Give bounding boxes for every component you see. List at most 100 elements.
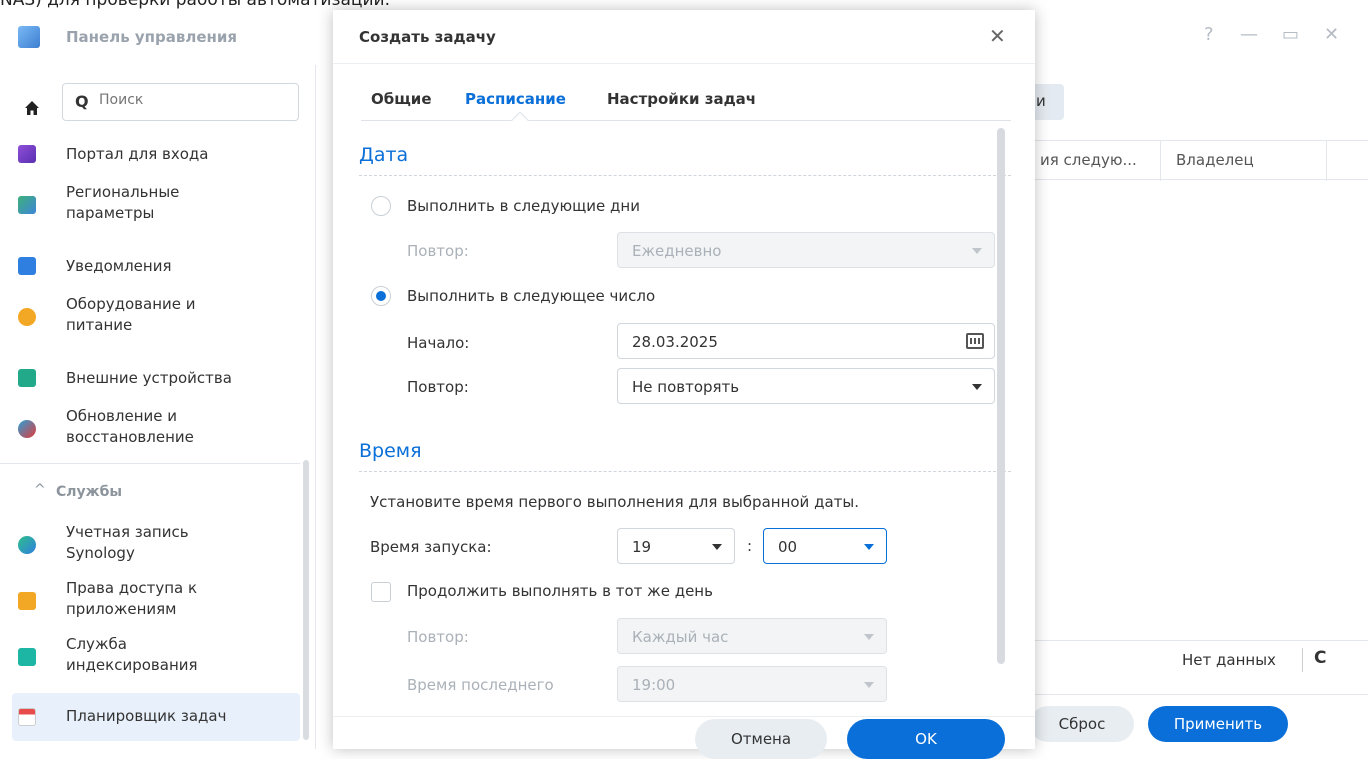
run-on-date-radio[interactable] [371,286,391,306]
control-panel-title: Панель управления [66,28,238,46]
sidebar-item-label: параметры [66,204,155,222]
sidebar-item-indexing-service[interactable]: Служба индексирования [12,633,300,681]
sidebar-item-label: Планировщик задач [66,707,227,725]
sidebar-item-label: приложениям [66,600,177,618]
sidebar-item-label: Обновление и [66,407,177,425]
cancel-button[interactable]: Отмена [695,719,827,759]
repeat-hourly-label: Повтор: [407,628,469,646]
dialog-title: Создать задачу [359,28,496,46]
lock-icon [18,592,36,610]
sidebar-item-label: Портал для входа [66,145,209,163]
sidebar-item-label: Региональные [66,183,180,201]
repeat-days-select[interactable]: Ежедневно [617,232,995,268]
time-hint: Установите время первого выполнения для … [370,493,859,511]
close-window-icon[interactable]: ✕ [1324,24,1339,45]
chevron-down-icon [864,634,874,640]
sidebar-item-external-devices[interactable]: Внешние устройства [12,363,300,393]
sidebar-item-hardware[interactable]: Оборудование и питание [12,293,300,341]
lightbulb-icon [18,308,36,326]
no-data-label: Нет данных [1182,651,1276,669]
column-separator [1326,141,1327,181]
calendar-icon [18,708,36,726]
update-icon [18,420,36,438]
run-on-days-radio[interactable] [371,196,391,216]
sidebar-item-regional[interactable]: Региональные параметры [12,181,300,229]
column-next-run[interactable]: ия следую... [1040,151,1137,169]
control-panel-logo-icon [18,26,40,48]
maximize-icon[interactable]: ▭ [1282,24,1299,45]
chevron-down-icon [864,544,874,550]
sidebar-item-label: Synology [66,544,135,562]
continue-same-day-checkbox[interactable] [371,582,391,602]
dialog-header-divider [333,63,1035,64]
tab-task-settings[interactable]: Настройки задач [607,90,756,108]
sidebar-item-login-portal[interactable]: Портал для входа [12,139,300,169]
tab-general[interactable]: Общие [371,90,432,108]
collapse-services-icon[interactable]: ^ [34,482,46,498]
minute-select[interactable]: 00 [763,528,887,564]
reset-button[interactable]: Сброс [1030,706,1134,742]
sidebar-item-label: Учетная запись [66,523,189,541]
hour-select[interactable]: 19 [617,528,735,564]
sidebar-item-synology-account[interactable]: Учетная запись Synology [12,521,300,569]
repeat-date-label: Повтор: [407,378,469,396]
sidebar-item-label: Оборудование и [66,295,196,313]
create-task-dialog: Создать задачу ✕ Общие Расписание Настро… [333,10,1035,759]
sidebar: Q Портал для входа Региональные параметр… [0,65,316,749]
sidebar-item-app-privileges[interactable]: Права доступа к приложениям [12,577,300,625]
notifications-icon [18,257,36,275]
repeat-days-label: Повтор: [407,242,469,260]
start-date-field[interactable]: 28.03.2025 [617,323,995,359]
bottom-divider [1000,694,1368,695]
sidebar-item-task-scheduler[interactable]: Планировщик задач [12,693,300,741]
repeat-hourly-select[interactable]: Каждый час [617,618,887,654]
date-section-title: Дата [359,144,409,166]
indexing-icon [18,648,36,666]
home-icon[interactable] [24,100,40,116]
column-separator [1160,141,1161,181]
repeat-date-select[interactable]: Не повторять [617,368,995,404]
active-tab-caret [511,111,529,129]
sidebar-item-notifications[interactable]: Уведомления [12,251,300,281]
table-footer-divider [1000,640,1368,641]
refresh-icon[interactable]: C [1314,648,1326,668]
ok-button[interactable]: OK [847,719,1005,759]
tab-schedule[interactable]: Расписание [465,90,566,108]
footer-separator [1302,648,1303,672]
page-top-text: NAS) для проверки работы автоматизации. [0,0,1368,10]
sidebar-item-label: индексирования [66,656,198,674]
search-input[interactable] [99,92,289,108]
last-run-select[interactable]: 19:00 [617,666,887,702]
table-header: ия следую... Владелец [1000,140,1368,181]
sidebar-item-label: Служба [66,635,127,653]
sidebar-item-label: Права доступа к [66,579,198,597]
start-date-value: 28.03.2025 [632,333,718,351]
apply-button[interactable]: Применить [1148,706,1288,742]
run-on-date-label: Выполнить в следующее число [407,287,656,305]
login-portal-icon [18,145,36,163]
last-run-value: 19:00 [632,676,676,694]
last-run-label: Время последнего [407,676,554,694]
repeat-date-value: Не повторять [632,378,740,396]
launch-time-label: Время запуска: [370,538,492,556]
column-owner[interactable]: Владелец [1176,151,1254,169]
chevron-down-icon [972,248,982,254]
close-icon[interactable]: ✕ [989,24,1006,48]
chevron-down-icon [972,384,982,390]
chevron-down-icon [712,544,722,550]
sidebar-scrollbar[interactable] [303,460,309,740]
search-field[interactable]: Q [62,83,299,121]
tab-underline [361,120,1011,121]
minimize-icon[interactable]: — [1240,24,1258,45]
calendar-picker-icon[interactable] [966,333,984,349]
sidebar-item-update-restore[interactable]: Обновление и восстановление [12,405,300,453]
time-section-title: Время [359,440,422,462]
run-on-days-label: Выполнить в следующие дни [407,197,640,215]
dialog-scrollbar[interactable] [997,128,1005,664]
sidebar-item-label: восстановление [66,428,194,446]
hour-value: 19 [632,538,652,556]
help-icon[interactable]: ? [1204,24,1214,45]
repeat-days-value: Ежедневно [632,242,722,260]
services-header[interactable]: Службы [56,484,122,500]
chevron-down-icon [864,682,874,688]
